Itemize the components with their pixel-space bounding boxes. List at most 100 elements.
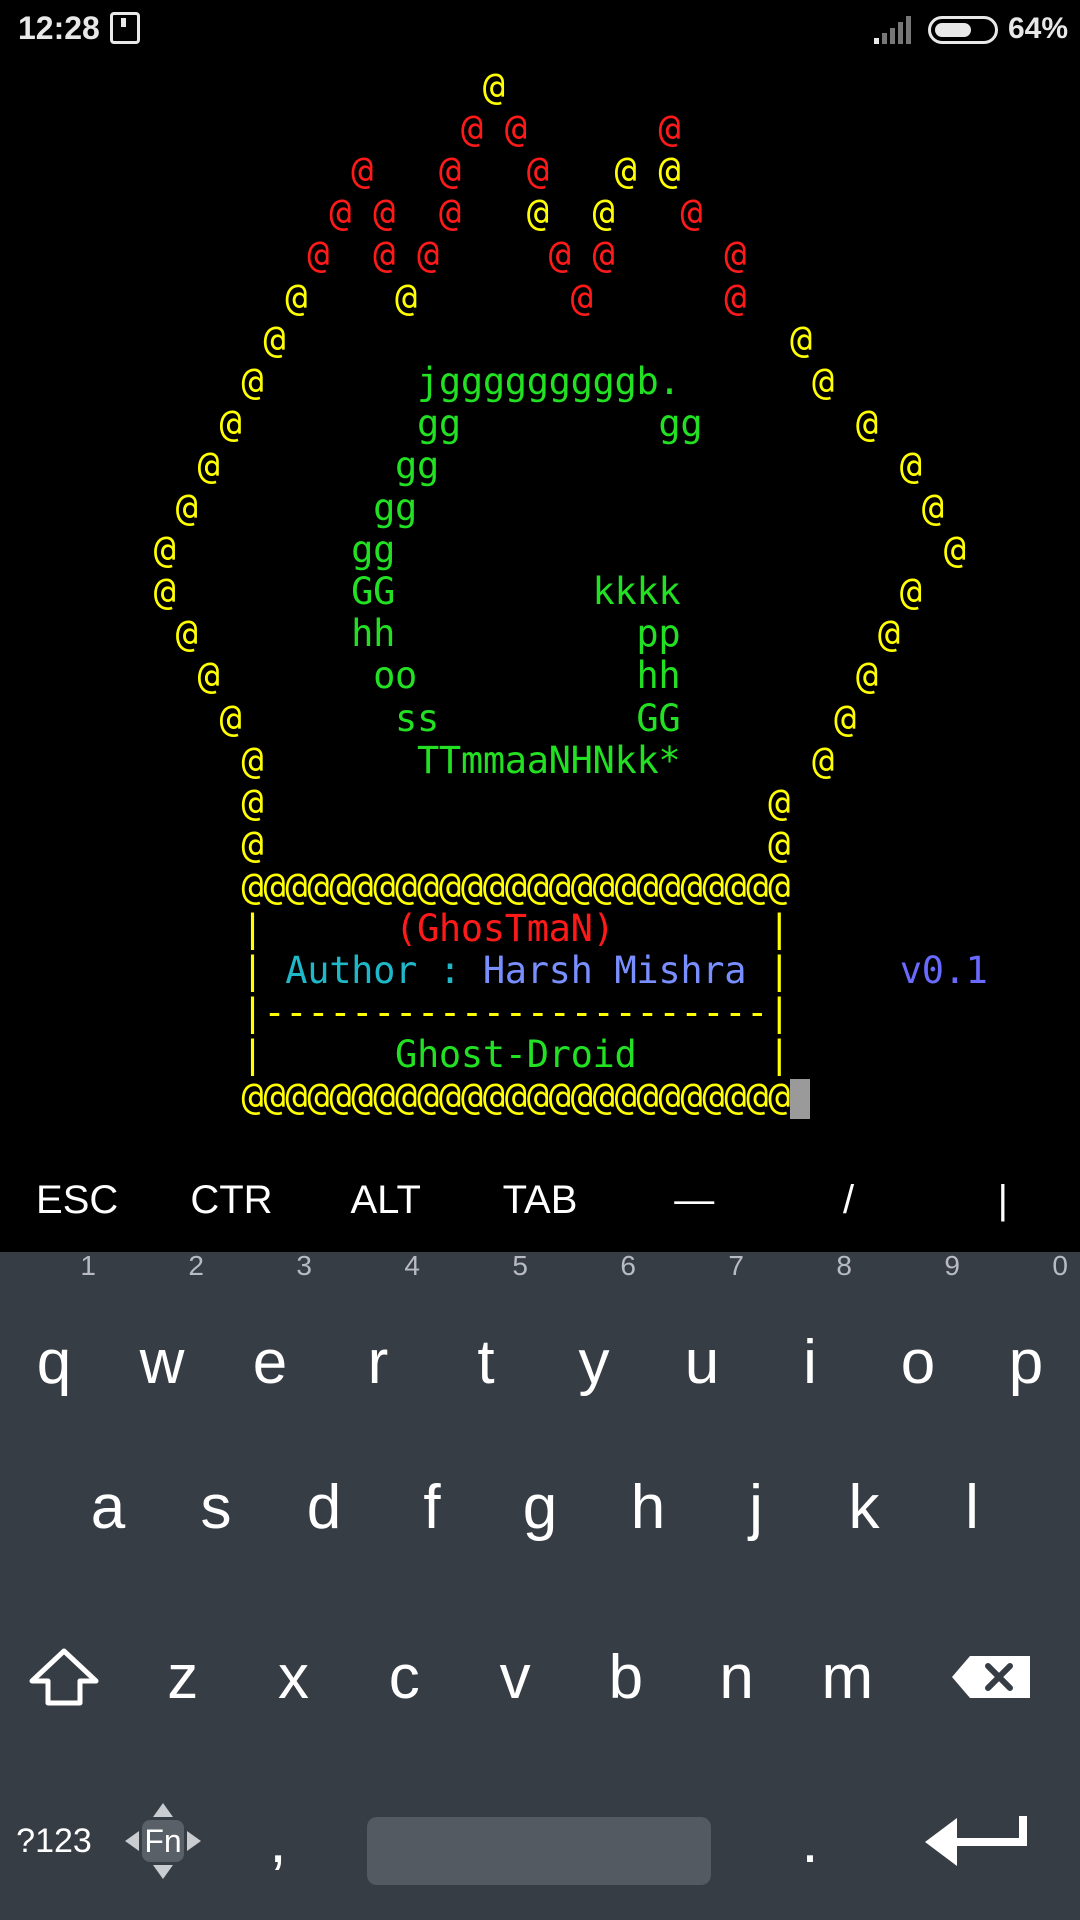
terminal-line: @ gg @: [0, 444, 923, 487]
key-hint: 3: [296, 1250, 312, 1281]
key-f[interactable]: f: [378, 1422, 486, 1592]
battery-percent: 64%: [1008, 12, 1069, 45]
terminal-text-segment: jgggggggggb.: [263, 359, 681, 403]
terminal-text-segment: @ @: [0, 107, 527, 151]
extra-key[interactable]: |: [926, 1150, 1080, 1250]
terminal-line: | Ghost-Droid |: [0, 1034, 790, 1076]
terminal-line: @ jgggggggggb. @: [0, 359, 834, 403]
terminal-line: @@@@@@@@@@@@@@@@@@@@@@@@@: [0, 865, 790, 908]
terminal-text-segment: @ @: [0, 780, 791, 824]
fn-key[interactable]: Fn: [108, 1762, 218, 1920]
key-v[interactable]: v: [460, 1592, 571, 1762]
terminal-text-segment: |: [614, 907, 791, 950]
fn-key-label: Fn: [144, 1822, 182, 1859]
extra-key[interactable]: /: [771, 1150, 925, 1250]
key-label: p: [1008, 1327, 1044, 1397]
extra-key[interactable]: —: [617, 1150, 771, 1250]
terminal-line: @ @ @ @ @ @: [0, 192, 702, 234]
key-q[interactable]: 1q: [0, 1250, 108, 1422]
key-label: u: [684, 1327, 720, 1397]
extra-key[interactable]: ALT: [309, 1150, 463, 1250]
key-y[interactable]: 6y: [540, 1250, 648, 1422]
key-z[interactable]: z: [127, 1592, 238, 1762]
terminal-text-segment: @ @ @: [0, 191, 527, 235]
key-u[interactable]: 7u: [648, 1250, 756, 1422]
terminal-text-segment: hh pp: [197, 612, 681, 656]
shift-key[interactable]: [0, 1592, 127, 1762]
symbols-key[interactable]: ?123: [0, 1762, 108, 1920]
terminal-text-segment: @ @: [0, 317, 812, 361]
terminal-text-segment: @: [680, 696, 856, 740]
key-label: i: [803, 1327, 817, 1397]
key-w[interactable]: 2w: [108, 1250, 216, 1422]
terminal-line: @ hh pp @: [0, 612, 901, 656]
comma-key[interactable]: ,: [218, 1762, 338, 1920]
extra-key[interactable]: CTR: [154, 1150, 308, 1250]
terminal-text-segment: oo hh: [219, 654, 681, 698]
terminal-text-segment: ss GG: [241, 696, 681, 740]
key-a[interactable]: a: [54, 1422, 162, 1592]
terminal-line: @ gg @: [0, 487, 944, 529]
key-p[interactable]: 0p: [972, 1250, 1080, 1422]
key-label: q: [36, 1327, 72, 1397]
key-h[interactable]: h: [594, 1422, 702, 1592]
key-k[interactable]: k: [810, 1422, 918, 1592]
key-b[interactable]: b: [570, 1592, 681, 1762]
terminal-line: @ TTmmaaNHNkk* @: [0, 738, 834, 782]
key-l[interactable]: l: [918, 1422, 1026, 1592]
key-j[interactable]: j: [702, 1422, 810, 1592]
key-n[interactable]: n: [681, 1592, 792, 1762]
terminal-text-segment: @: [702, 401, 878, 445]
key-label: e: [252, 1327, 288, 1397]
period-key[interactable]: .: [750, 1762, 870, 1920]
key-d[interactable]: d: [270, 1422, 378, 1592]
terminal-text-segment: @: [680, 570, 922, 614]
terminal-text-segment: @: [0, 570, 176, 614]
terminal-text-segment: @: [416, 486, 944, 529]
backspace-key[interactable]: [903, 1592, 1080, 1762]
terminal-text-segment: @ @: [0, 275, 417, 319]
terminal-text-segment: @: [680, 738, 834, 782]
key-hint: 7: [728, 1250, 744, 1281]
enter-key[interactable]: [870, 1762, 1080, 1920]
terminal-text-segment: @: [0, 738, 264, 782]
terminal-text-segment: v0.1: [790, 949, 988, 993]
terminal-text-segment: @: [614, 191, 703, 235]
notification-icon: [110, 12, 140, 44]
shift-icon: [29, 1648, 99, 1706]
terminal-text-segment: @ @: [0, 822, 791, 866]
terminal-text-segment: |-----------------------|: [0, 991, 791, 1035]
key-o[interactable]: 9o: [864, 1250, 972, 1422]
extra-key[interactable]: ESC: [0, 1150, 154, 1250]
key-x[interactable]: x: [238, 1592, 349, 1762]
terminal-line: | (GhosTmaN) |: [0, 908, 790, 950]
extra-key[interactable]: TAB: [463, 1150, 617, 1250]
terminal-line: @ @: [0, 780, 791, 824]
status-bar: 12:28 64%: [0, 0, 1080, 58]
key-c[interactable]: c: [349, 1592, 460, 1762]
terminal-line: |-----------------------|: [0, 992, 790, 1034]
key-hint: 5: [512, 1250, 528, 1281]
key-r[interactable]: 4r: [324, 1250, 432, 1422]
key-m[interactable]: m: [792, 1592, 903, 1762]
keyboard-row-3: zxcvbnm: [0, 1592, 1080, 1762]
terminal-text-segment: @: [680, 654, 878, 698]
battery-icon: [928, 16, 998, 44]
terminal-text-segment: @ @: [526, 191, 615, 235]
terminal-text-segment: (GhosTmaN): [395, 907, 615, 950]
key-i[interactable]: 8i: [756, 1250, 864, 1422]
key-e[interactable]: 3e: [216, 1250, 324, 1422]
terminal-text-segment: @: [0, 359, 264, 403]
keyboard-row-2: asdfghjkl: [0, 1422, 1080, 1592]
signal-icon: [874, 16, 911, 44]
terminal-line: @ @: [0, 317, 812, 361]
key-t[interactable]: 5t: [432, 1250, 540, 1422]
terminal-output[interactable]: @ @ @ @ @ @ @ @ @ @ @ @ @ @ @ @ @ @ @ @ …: [0, 66, 1080, 1146]
backspace-icon: [952, 1656, 1031, 1698]
space-key[interactable]: [367, 1817, 711, 1885]
key-s[interactable]: s: [162, 1422, 270, 1592]
terminal-text-segment: @ @: [548, 149, 681, 193]
terminal-text-segment: @: [0, 612, 198, 656]
key-hint: 8: [836, 1250, 852, 1281]
key-g[interactable]: g: [486, 1422, 594, 1592]
